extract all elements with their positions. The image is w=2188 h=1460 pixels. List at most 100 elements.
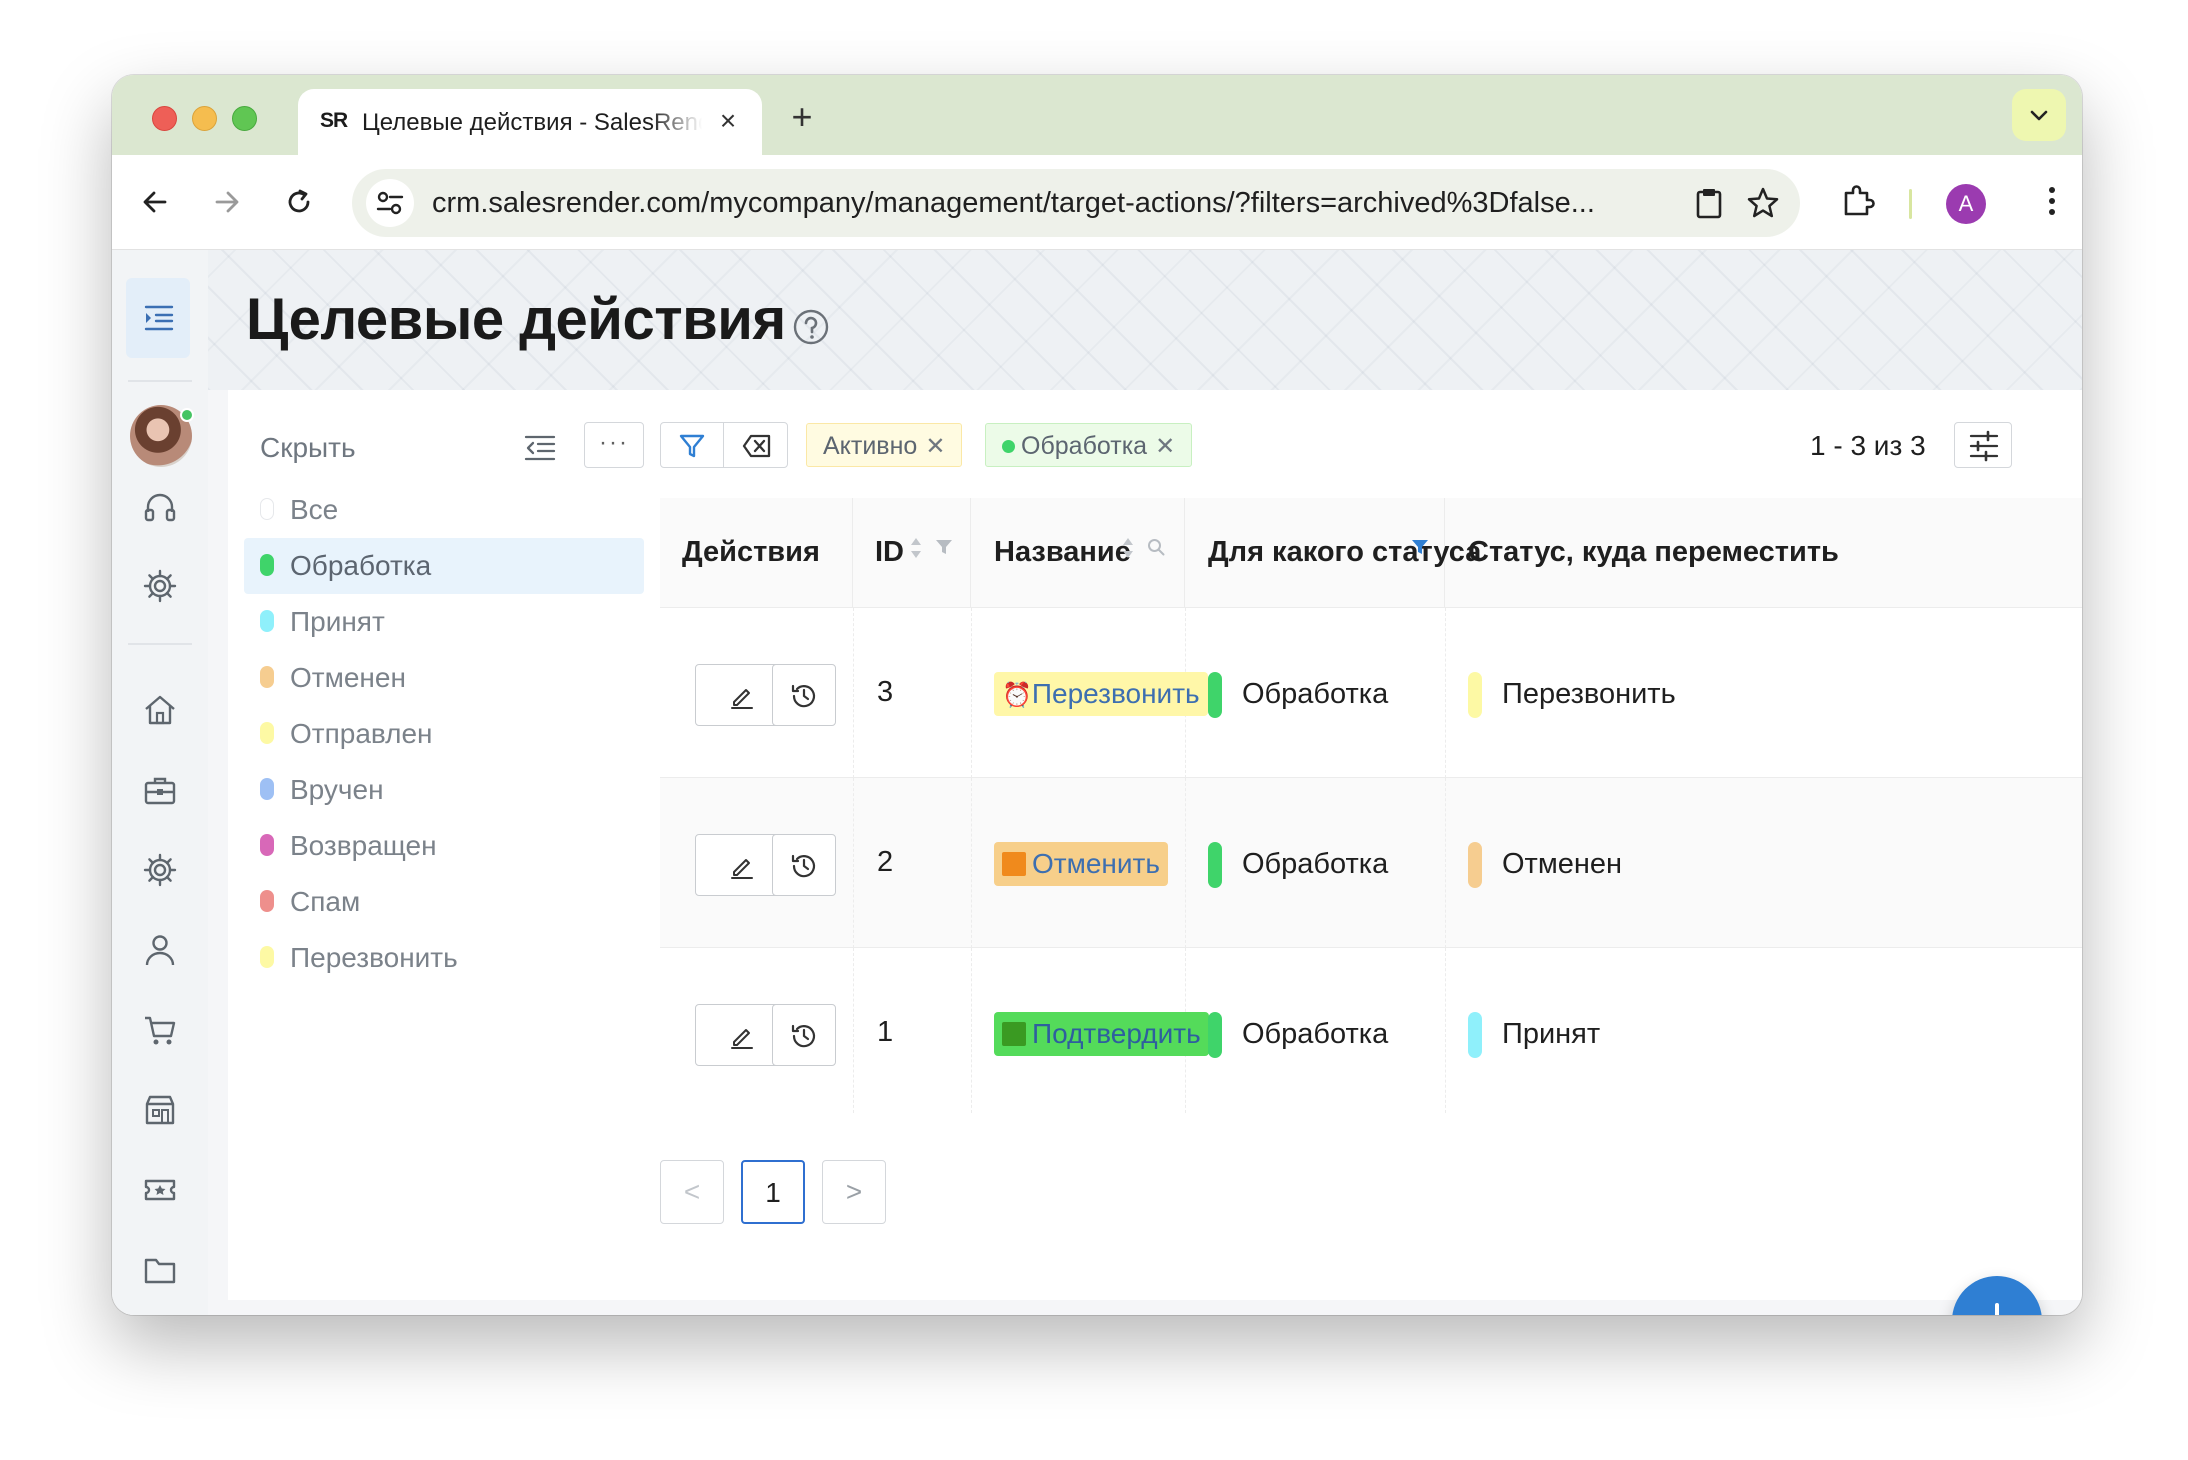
history-clock-icon [791, 684, 816, 708]
alarm-clock-icon: ⏰ [1002, 682, 1032, 709]
filter-chip-status[interactable]: Обработка ✕ [985, 423, 1193, 467]
status-item-cancelled[interactable]: Отменен [244, 650, 644, 706]
filter-chip-active[interactable]: Активно ✕ [806, 423, 963, 467]
status-color-dot [260, 946, 274, 968]
arrow-right-icon [215, 191, 239, 213]
column-header-for-status[interactable]: Для какого статуса [1185, 498, 1481, 608]
column-settings-button[interactable] [1954, 422, 2012, 468]
status-item-all[interactable]: Все [244, 482, 644, 538]
store-icon[interactable] [142, 1092, 178, 1128]
column-header-target-status[interactable]: Статус, куда переместить [1445, 498, 2082, 608]
back-button[interactable] [130, 177, 180, 227]
pagination-next-button[interactable]: > [822, 1160, 886, 1224]
gear-icon[interactable] [142, 568, 178, 604]
pencil-icon [731, 1029, 753, 1049]
status-item-returned[interactable]: Возвращен [244, 818, 644, 874]
briefcase-icon[interactable] [142, 772, 178, 808]
status-item-accepted[interactable]: Принят [244, 594, 644, 650]
action-name-badge[interactable]: ⏰Перезвонить [994, 672, 1208, 716]
minimize-window-button[interactable] [192, 106, 217, 131]
status-color-dot [260, 666, 274, 688]
settings-gear-icon[interactable] [142, 852, 178, 888]
plus-icon [1995, 1303, 1999, 1315]
filter-button[interactable] [661, 423, 724, 467]
id-cell: 3 [877, 676, 894, 708]
site-info-button[interactable] [366, 179, 414, 227]
browser-toolbar: crm.salesrender.com/mycompany/management… [112, 155, 2082, 250]
column-label: Для какого статуса [1208, 536, 1482, 568]
browser-window: SR Целевые действия - SalesRender × + cr… [112, 75, 2082, 1315]
status-item-delivered[interactable]: Вручен [244, 762, 644, 818]
hide-sidebar-label[interactable]: Скрыть [260, 432, 356, 464]
cell-divider [1185, 778, 1186, 948]
forward-button[interactable] [202, 177, 252, 227]
tab-close-icon[interactable]: × [712, 105, 744, 137]
status-item-shipped[interactable]: Отправлен [244, 706, 644, 762]
pagination-page-1[interactable]: 1 [741, 1160, 805, 1224]
close-window-button[interactable] [152, 106, 177, 131]
status-color-bar [1468, 842, 1482, 888]
help-icon[interactable] [792, 308, 830, 346]
menu-toggle-button[interactable] [126, 278, 190, 358]
chip-label: Обработка [1021, 432, 1148, 460]
cart-icon[interactable] [142, 1012, 178, 1048]
folder-icon[interactable] [142, 1252, 178, 1288]
menu-indent-icon [144, 305, 174, 331]
status-label: Перезвонить [1502, 678, 1676, 710]
history-button[interactable] [772, 1004, 836, 1066]
column-header-id[interactable]: ID [853, 498, 971, 608]
url-text[interactable]: crm.salesrender.com/mycompany/management… [432, 187, 1632, 220]
action-name-badge[interactable]: Отменить [994, 842, 1168, 886]
status-color-dot [260, 834, 274, 856]
salesrender-favicon-icon: SR [320, 109, 348, 132]
action-name-badge[interactable]: Подтвердить [994, 1012, 1209, 1056]
more-vert-icon[interactable] [2032, 181, 2072, 221]
home-icon[interactable] [142, 692, 178, 728]
more-actions-button[interactable]: ··· [584, 422, 644, 468]
search-icon[interactable] [1147, 538, 1165, 556]
status-color-bar [1208, 1012, 1222, 1058]
cell-divider [971, 948, 972, 1114]
reload-button[interactable] [274, 177, 324, 227]
new-tab-button[interactable]: + [782, 97, 822, 137]
cell-divider [853, 948, 854, 1114]
bookmark-star-icon[interactable] [1746, 186, 1780, 220]
browser-tab[interactable]: SR Целевые действия - SalesRender × [298, 89, 762, 155]
column-filter-icon[interactable] [935, 538, 953, 556]
tab-bar: SR Целевые действия - SalesRender × + [112, 75, 2082, 155]
address-bar[interactable]: crm.salesrender.com/mycompany/management… [352, 169, 1800, 237]
extensions-puzzle-icon[interactable] [1838, 181, 1878, 221]
arrow-left-icon [143, 191, 167, 213]
chip-close-icon[interactable]: ✕ [925, 433, 945, 460]
status-item-callback[interactable]: Перезвонить [244, 930, 644, 986]
chip-close-icon[interactable]: ✕ [1155, 433, 1175, 460]
maximize-window-button[interactable] [232, 106, 257, 131]
filter-button-group [660, 422, 788, 468]
sort-icon[interactable] [1121, 536, 1135, 560]
left-rail [112, 250, 208, 1315]
status-color-bar [1468, 672, 1482, 718]
sort-icon[interactable] [909, 536, 923, 560]
status-color-dot [260, 554, 274, 576]
tab-search-button[interactable] [2012, 89, 2066, 141]
cell-divider [1445, 948, 1446, 1114]
pagination-prev-button[interactable]: < [660, 1160, 724, 1224]
cell-divider [1445, 608, 1446, 778]
pencil-icon [731, 689, 753, 709]
history-button[interactable] [772, 834, 836, 896]
clipboard-icon[interactable] [1692, 186, 1726, 220]
status-color-dot [260, 890, 274, 912]
history-button[interactable] [772, 664, 836, 726]
collapse-list-icon[interactable] [524, 432, 556, 464]
clear-filters-button[interactable] [725, 423, 788, 467]
orange-square-icon [1002, 852, 1026, 876]
ticket-icon[interactable] [142, 1172, 178, 1208]
user-icon[interactable] [142, 932, 178, 968]
status-item-processing[interactable]: Обработка [244, 538, 644, 594]
headset-icon[interactable] [142, 490, 178, 526]
status-label: Обработка [1242, 1018, 1389, 1050]
status-item-spam[interactable]: Спам [244, 874, 644, 930]
profile-avatar[interactable]: A [1946, 184, 1986, 224]
column-filter-active-icon[interactable] [1411, 538, 1429, 556]
column-header-name[interactable]: Название [971, 498, 1185, 608]
